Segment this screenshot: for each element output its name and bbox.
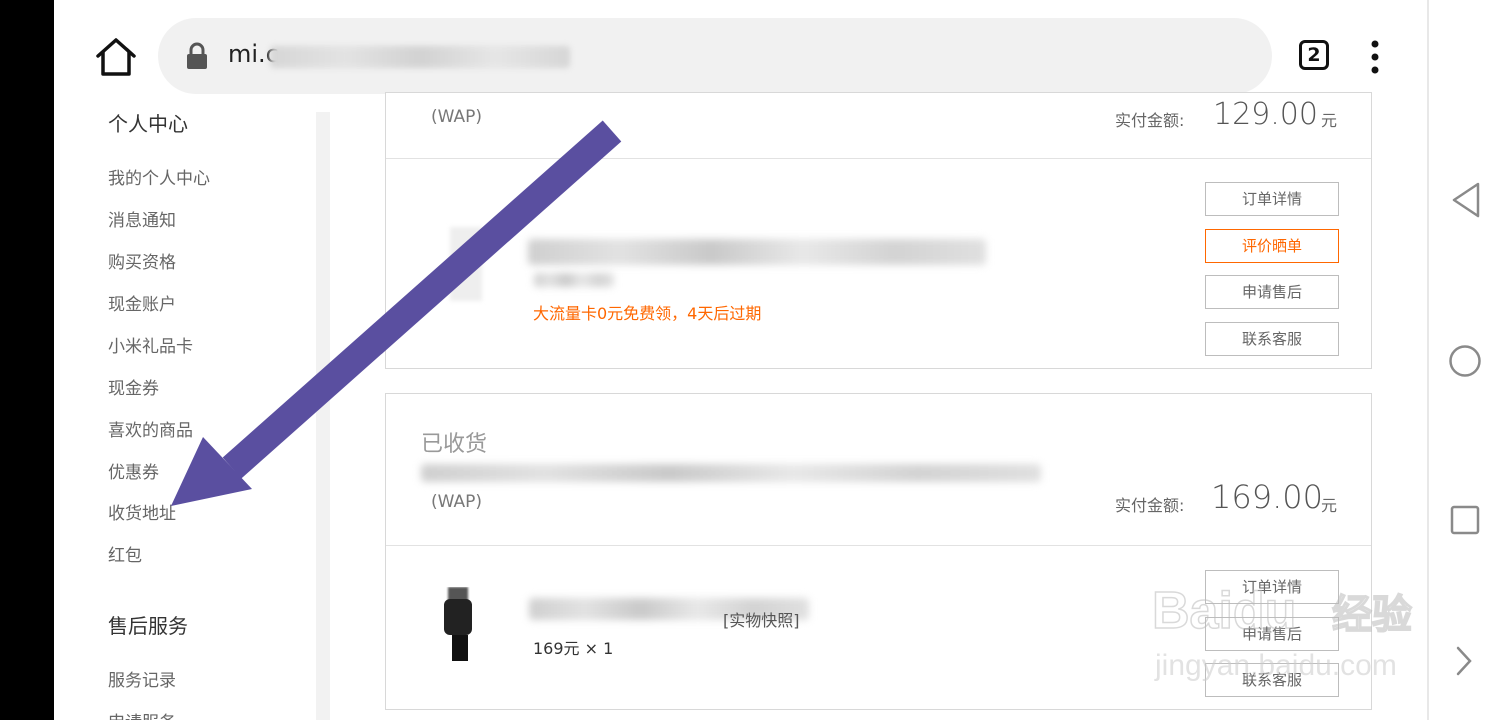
amount-value: 169.00 — [1211, 478, 1323, 516]
contact-service-button[interactable]: 联系客服 — [1205, 322, 1339, 356]
home-circle-icon[interactable] — [1448, 344, 1482, 378]
order-channel: (WAP) — [431, 107, 483, 127]
more-vert-icon[interactable] — [1354, 38, 1396, 78]
sidebar-item-my-center[interactable]: 我的个人中心 — [108, 164, 210, 189]
sidebar-item-service-records[interactable]: 服务记录 — [108, 666, 176, 691]
amount-value: 129.00 — [1213, 97, 1318, 132]
product-thumbnail — [450, 227, 482, 301]
after-sales-button[interactable]: 申请售后 — [1205, 275, 1339, 309]
sidebar-item-gift-card[interactable]: 小米礼品卡 — [108, 332, 193, 357]
amount-currency: 元 — [1321, 111, 1338, 130]
sidebar-item-purchase-eligibility[interactable]: 购买资格 — [108, 248, 176, 273]
order-status: 已收货 — [421, 432, 488, 457]
product-thumbnail — [442, 587, 482, 663]
card-divider — [386, 545, 1371, 546]
order-card: (WAP) 实付金额: 129.00 元 大流量卡0元免费领，4天后过期 订单详… — [385, 92, 1372, 369]
amount-label: 实付金额: — [1115, 111, 1185, 130]
sidebar-item-favorites[interactable]: 喜欢的商品 — [108, 416, 193, 441]
sidebar-item-messages[interactable]: 消息通知 — [108, 206, 176, 231]
lock-icon — [186, 42, 208, 70]
order-card: 已收货 (WAP) 实付金额: 169.00 元 [实物快照] 169元 × 1… — [385, 393, 1372, 710]
sidebar-item-red-packet[interactable]: 红包 — [108, 541, 142, 566]
price-quantity: 169元 × 1 — [533, 639, 614, 658]
after-sales-button[interactable]: 申请售后 — [1205, 617, 1339, 651]
contact-service-button[interactable]: 联系客服 — [1205, 663, 1339, 697]
product-title-blurred — [528, 239, 986, 265]
order-details-button[interactable]: 订单详情 — [1205, 182, 1339, 216]
promo-link[interactable]: 大流量卡0元免费领，4天后过期 — [533, 300, 761, 324]
section-title-personal: 个人中心 — [108, 112, 188, 136]
section-title-after-sales: 售后服务 — [108, 614, 188, 638]
home-icon[interactable] — [94, 36, 138, 78]
card-divider — [386, 158, 1371, 159]
sidebar-item-coupons[interactable]: 优惠券 — [108, 458, 159, 483]
chevron-right-icon[interactable] — [1455, 645, 1473, 677]
tab-switcher-icon[interactable]: 2 — [1299, 40, 1329, 70]
sidebar-item-cash-voucher[interactable]: 现金券 — [108, 374, 159, 399]
android-navigation-bar — [1429, 0, 1503, 720]
address-bar[interactable]: mi.c — [158, 18, 1272, 94]
amount-label: 实付金额: — [1115, 496, 1185, 515]
snapshot-link[interactable]: [实物快照] — [723, 607, 800, 631]
order-info-blurred — [421, 464, 1041, 482]
review-button[interactable]: 评价晒单 — [1205, 229, 1339, 263]
order-details-button[interactable]: 订单详情 — [1205, 570, 1339, 604]
back-icon[interactable] — [1448, 181, 1484, 219]
product-price-blurred — [534, 273, 614, 287]
amount-currency: 元 — [1321, 496, 1338, 515]
order-channel: (WAP) — [431, 492, 483, 512]
left-black-border — [0, 0, 54, 720]
account-sidebar: 个人中心 我的个人中心 消息通知 购买资格 现金账户 小米礼品卡 现金券 喜欢的… — [54, 100, 316, 720]
sidebar-divider — [316, 112, 330, 720]
sidebar-item-apply-service[interactable]: 申请服务 — [108, 708, 176, 720]
sidebar-item-shipping-address[interactable]: 收货地址 — [108, 499, 176, 524]
url-blurred — [270, 46, 570, 68]
browser-screen: mi.c 2 个人中心 我的个人中心 消息通知 购买资格 现金账户 小米礼品卡 … — [54, 0, 1427, 720]
sidebar-item-cash-account[interactable]: 现金账户 — [108, 290, 176, 315]
recent-apps-icon[interactable] — [1449, 504, 1481, 536]
